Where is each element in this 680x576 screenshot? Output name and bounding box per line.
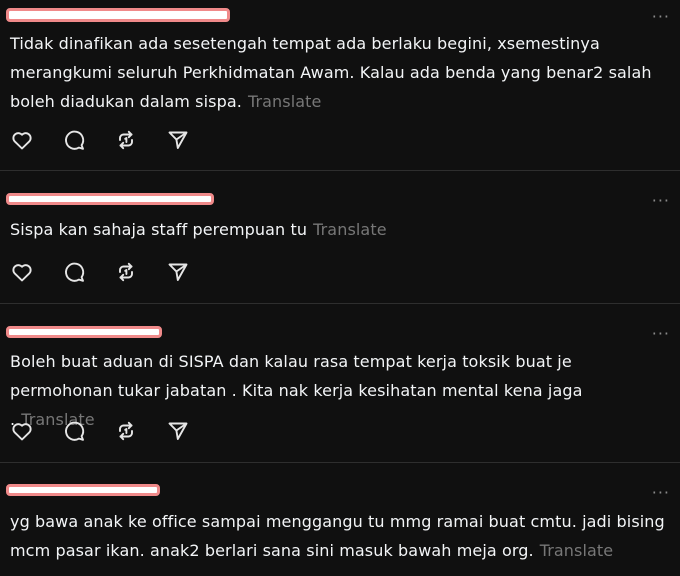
reply-post: ··· Boleh buat aduan di SISPA dan kalau … <box>0 304 680 462</box>
translate-link[interactable]: Translate <box>540 541 614 560</box>
redacted-username[interactable] <box>6 484 160 496</box>
more-options-button[interactable]: ··· <box>652 9 670 25</box>
redacted-username[interactable] <box>6 326 162 338</box>
more-options-button[interactable]: ··· <box>652 485 670 501</box>
translate-link[interactable]: Translate <box>248 92 322 111</box>
share-icon[interactable] <box>166 419 190 443</box>
redacted-username[interactable] <box>6 8 230 22</box>
share-icon[interactable] <box>166 260 190 284</box>
post-text: yg bawa anak ke office sampai menggangu … <box>10 507 670 565</box>
heart-icon[interactable] <box>10 128 34 152</box>
post-body: Boleh buat aduan di SISPA dan kalau rasa… <box>10 352 583 429</box>
redacted-username[interactable] <box>6 193 214 205</box>
repost-icon[interactable] <box>114 419 138 443</box>
reply-post: ··· yg bawa anak ke office sampai mengga… <box>0 463 680 576</box>
reply-post: ··· Sispa kan sahaja staff perempuan tu T… <box>0 171 680 303</box>
share-icon[interactable] <box>166 128 190 152</box>
heart-icon[interactable] <box>10 419 34 443</box>
post-text: Sispa kan sahaja staff perempuan tu Trans… <box>10 215 670 244</box>
more-options-button[interactable]: ··· <box>652 326 670 342</box>
heart-icon[interactable] <box>10 260 34 284</box>
comment-icon[interactable] <box>62 128 86 152</box>
post-body: Tidak dinafikan ada sesetengah tempat ad… <box>10 34 652 111</box>
repost-icon[interactable] <box>114 128 138 152</box>
post-body: Sispa kan sahaja staff perempuan tu <box>10 220 308 239</box>
reply-feed: ··· Tidak dinafikan ada sesetengah tempa… <box>0 0 680 576</box>
post-text: Boleh buat aduan di SISPA dan kalau rasa… <box>10 347 670 434</box>
comment-icon[interactable] <box>62 419 86 443</box>
repost-icon[interactable] <box>114 260 138 284</box>
more-options-button[interactable]: ··· <box>652 193 670 209</box>
translate-link[interactable]: Translate <box>313 220 387 239</box>
post-text: Tidak dinafikan ada sesetengah tempat ad… <box>10 29 670 116</box>
reply-post: ··· Tidak dinafikan ada sesetengah tempa… <box>0 0 680 170</box>
comment-icon[interactable] <box>62 260 86 284</box>
